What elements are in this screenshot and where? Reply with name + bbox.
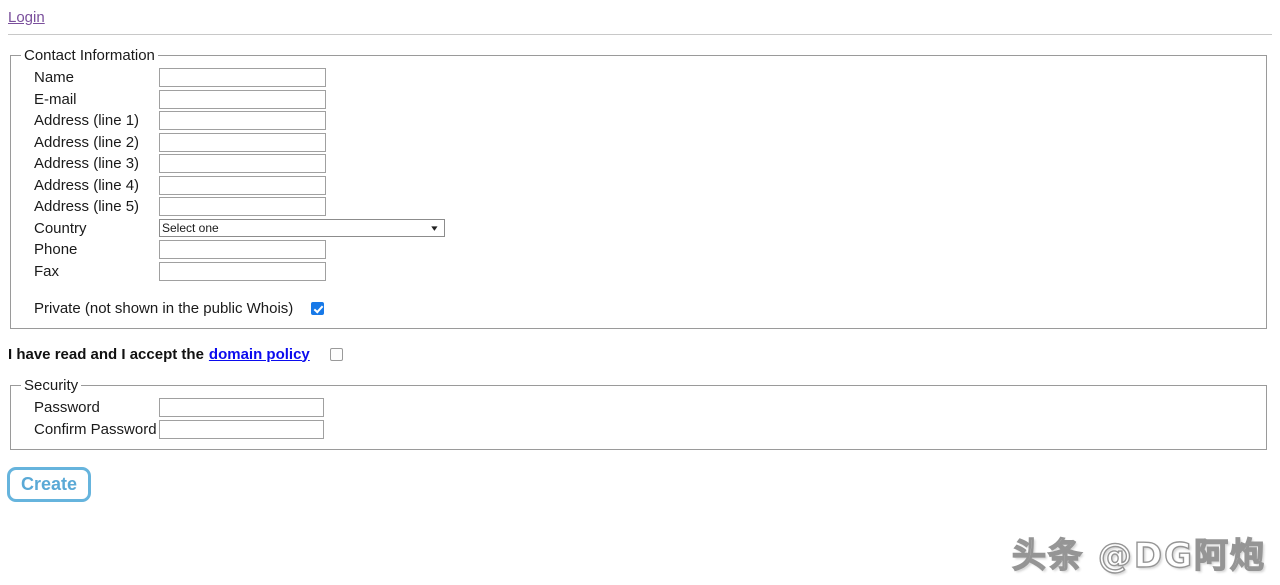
- password-input[interactable]: [159, 398, 324, 418]
- security-fieldset: Security Password Confirm Password: [10, 378, 1267, 450]
- label-country: Country: [34, 219, 87, 237]
- label-address-line-3: Address (line 3): [34, 155, 140, 173]
- domain-policy-link[interactable]: domain policy: [209, 346, 310, 363]
- contact-information-fieldset: Contact Information Name E-mail Address …: [10, 48, 1267, 329]
- label-name: Name: [34, 69, 75, 87]
- field-row-fax: Fax: [11, 261, 1266, 283]
- label-address-line-5: Address (line 5): [34, 198, 140, 216]
- accept-policy-checkbox[interactable]: [329, 347, 343, 361]
- create-button[interactable]: Create: [7, 467, 92, 502]
- field-row-country: Country Select one ▾: [11, 218, 1266, 240]
- login-link[interactable]: Login: [8, 9, 45, 26]
- field-row-name: Name: [11, 67, 1266, 89]
- accept-policy-text: I have read and I accept the: [8, 345, 204, 363]
- field-row-address-line-4: Address (line 4): [11, 175, 1266, 197]
- field-row-address-line-3: Address (line 3): [11, 153, 1266, 175]
- field-row-email: E-mail: [11, 89, 1266, 111]
- label-password: Password: [34, 399, 100, 417]
- label-phone: Phone: [34, 241, 78, 259]
- address-line-3-input[interactable]: [159, 154, 326, 174]
- label-email: E-mail: [34, 90, 77, 108]
- confirm-password-input[interactable]: [159, 419, 324, 439]
- country-select-value: Select one: [162, 221, 219, 236]
- contact-information-legend: Contact Information: [24, 47, 155, 64]
- header-divider: [8, 34, 1272, 35]
- field-row-address-line-2: Address (line 2): [11, 132, 1266, 154]
- topbar: Login: [0, 0, 1280, 26]
- country-select[interactable]: Select one ▾: [159, 219, 445, 238]
- field-row-confirm-password: Confirm Password: [11, 419, 1266, 441]
- email-input[interactable]: [159, 89, 326, 109]
- watermark-text: 头条 @DG阿炮: [1011, 535, 1266, 576]
- security-legend: Security: [24, 377, 79, 394]
- field-row-phone: Phone: [11, 239, 1266, 261]
- label-address-line-1: Address (line 1): [34, 112, 140, 130]
- name-input[interactable]: [159, 68, 326, 88]
- field-row-password: Password: [11, 397, 1266, 419]
- actions-bar: Create: [0, 450, 1280, 502]
- address-line-1-input[interactable]: [159, 111, 326, 131]
- accept-policy-row: I have read and I accept the domain poli…: [0, 343, 1280, 365]
- private-whois-checkbox[interactable]: [311, 301, 325, 315]
- address-line-5-input[interactable]: [159, 197, 326, 217]
- address-line-2-input[interactable]: [159, 132, 326, 152]
- fax-input[interactable]: [159, 261, 326, 281]
- private-whois-label: Private (not shown in the public Whois): [34, 299, 294, 317]
- field-row-address-line-1: Address (line 1): [11, 110, 1266, 132]
- field-row-address-line-5: Address (line 5): [11, 196, 1266, 218]
- label-address-line-2: Address (line 2): [34, 133, 140, 151]
- address-line-4-input[interactable]: [159, 175, 326, 195]
- label-address-line-4: Address (line 4): [34, 176, 140, 194]
- chevron-down-icon: ▾: [431, 222, 439, 233]
- phone-input[interactable]: [159, 240, 326, 260]
- label-confirm-password: Confirm Password: [34, 420, 157, 438]
- private-whois-row: Private (not shown in the public Whois): [11, 297, 1266, 319]
- label-fax: Fax: [34, 262, 60, 280]
